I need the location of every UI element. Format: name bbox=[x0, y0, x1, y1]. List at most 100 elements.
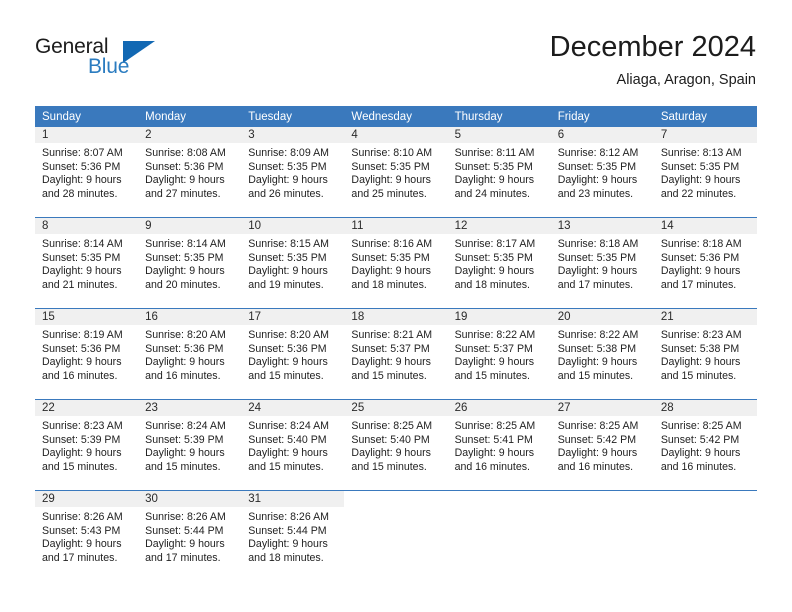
calendar-day-cell[interactable]: 15 Sunrise: 8:19 AM Sunset: 5:36 PM Dayl… bbox=[35, 308, 139, 400]
sunset-text: Sunset: 5:36 PM bbox=[42, 160, 121, 173]
day-number: 1 bbox=[35, 127, 139, 143]
calendar-day-cell-empty bbox=[344, 490, 448, 581]
calendar-day-cell[interactable]: 13 Sunrise: 8:18 AM Sunset: 5:35 PM Dayl… bbox=[550, 217, 654, 309]
calendar-day-cell[interactable]: 8 Sunrise: 8:14 AM Sunset: 5:35 PM Dayli… bbox=[35, 217, 139, 309]
calendar-day-cell[interactable]: 11 Sunrise: 8:16 AM Sunset: 5:35 PM Dayl… bbox=[344, 217, 448, 309]
calendar-day-cell[interactable]: 29 Sunrise: 8:26 AM Sunset: 5:43 PM Dayl… bbox=[35, 490, 139, 581]
sunset-text: Sunset: 5:36 PM bbox=[42, 342, 121, 355]
sunset-text: Sunset: 5:40 PM bbox=[351, 433, 430, 446]
calendar-day-cell[interactable]: 23 Sunrise: 8:24 AM Sunset: 5:39 PM Dayl… bbox=[138, 399, 242, 491]
sunset-text: Sunset: 5:36 PM bbox=[660, 251, 740, 264]
title-block: December 2024 Aliaga, Aragon, Spain bbox=[550, 30, 756, 90]
day-number: 31 bbox=[241, 491, 345, 507]
day-number: 28 bbox=[653, 400, 757, 416]
calendar-day-cell[interactable]: 19 Sunrise: 8:22 AM Sunset: 5:37 PM Dayl… bbox=[447, 308, 551, 400]
daylight-text-line1: Daylight: 9 hours bbox=[660, 447, 741, 460]
calendar-day-cell[interactable]: 6 Sunrise: 8:12 AM Sunset: 5:35 PM Dayli… bbox=[550, 127, 654, 218]
calendar-day-cell[interactable]: 2 Sunrise: 8:08 AM Sunset: 5:36 PM Dayli… bbox=[138, 127, 242, 218]
brand-logo[interactable]: General Blue bbox=[35, 36, 155, 86]
sunrise-text: Sunrise: 8:21 AM bbox=[351, 329, 433, 341]
sunrise-text: Sunrise: 8:26 AM bbox=[145, 511, 226, 523]
day-details: Sunrise: 8:26 AM Sunset: 5:44 PM Dayligh… bbox=[138, 507, 241, 565]
calendar-day-cell[interactable]: 22 Sunrise: 8:23 AM Sunset: 5:39 PM Dayl… bbox=[35, 399, 139, 491]
sunset-text: Sunset: 5:35 PM bbox=[351, 251, 430, 264]
calendar-day-cell[interactable]: 20 Sunrise: 8:22 AM Sunset: 5:38 PM Dayl… bbox=[550, 308, 654, 400]
calendar-day-cell[interactable]: 30 Sunrise: 8:26 AM Sunset: 5:44 PM Dayl… bbox=[138, 490, 242, 581]
calendar-day-cell[interactable]: 31 Sunrise: 8:26 AM Sunset: 5:44 PM Dayl… bbox=[241, 490, 345, 581]
sunset-text: Sunset: 5:37 PM bbox=[351, 342, 430, 355]
daylight-text-line2: and 28 minutes. bbox=[42, 187, 118, 200]
calendar-day-cell[interactable]: 5 Sunrise: 8:11 AM Sunset: 5:35 PM Dayli… bbox=[447, 127, 551, 218]
day-details: Sunrise: 8:12 AM Sunset: 5:35 PM Dayligh… bbox=[551, 143, 654, 201]
calendar-day-cell[interactable]: 16 Sunrise: 8:20 AM Sunset: 5:36 PM Dayl… bbox=[138, 308, 242, 400]
sunset-text: Sunset: 5:39 PM bbox=[145, 433, 224, 446]
weekday-header-friday: Friday bbox=[550, 106, 654, 127]
daylight-text-line1: Daylight: 9 hours bbox=[145, 447, 225, 460]
calendar-day-cell[interactable]: 21 Sunrise: 8:23 AM Sunset: 5:38 PM Dayl… bbox=[653, 308, 757, 400]
sunrise-text: Sunrise: 8:14 AM bbox=[145, 238, 226, 250]
calendar-day-cell[interactable]: 28 Sunrise: 8:25 AM Sunset: 5:42 PM Dayl… bbox=[653, 399, 757, 491]
calendar-day-cell[interactable]: 10 Sunrise: 8:15 AM Sunset: 5:35 PM Dayl… bbox=[241, 217, 345, 309]
calendar-day-cell[interactable]: 26 Sunrise: 8:25 AM Sunset: 5:41 PM Dayl… bbox=[447, 399, 551, 491]
calendar-day-cell[interactable]: 14 Sunrise: 8:18 AM Sunset: 5:36 PM Dayl… bbox=[653, 217, 757, 309]
calendar-day-cell[interactable]: 25 Sunrise: 8:25 AM Sunset: 5:40 PM Dayl… bbox=[344, 399, 448, 491]
daylight-text-line1: Daylight: 9 hours bbox=[454, 265, 535, 278]
day-number: 6 bbox=[550, 127, 654, 143]
daylight-text-line2: and 25 minutes. bbox=[351, 187, 427, 200]
calendar-week-row: 22 Sunrise: 8:23 AM Sunset: 5:39 PM Dayl… bbox=[35, 399, 757, 491]
calendar-week-row: 29 Sunrise: 8:26 AM Sunset: 5:43 PM Dayl… bbox=[35, 490, 757, 581]
day-details: Sunrise: 8:09 AM Sunset: 5:35 PM Dayligh… bbox=[241, 143, 344, 201]
weekday-header-saturday: Saturday bbox=[653, 106, 757, 127]
day-number: 19 bbox=[447, 309, 551, 325]
day-details: Sunrise: 8:26 AM Sunset: 5:43 PM Dayligh… bbox=[35, 507, 138, 565]
sunrise-text: Sunrise: 8:20 AM bbox=[248, 329, 329, 341]
page-title: December 2024 bbox=[549, 31, 756, 63]
sunrise-text: Sunrise: 8:25 AM bbox=[660, 420, 742, 432]
day-details: Sunrise: 8:19 AM Sunset: 5:36 PM Dayligh… bbox=[35, 325, 138, 383]
weekday-header-thursday: Thursday bbox=[447, 106, 551, 127]
sunrise-text: Sunrise: 8:26 AM bbox=[42, 511, 123, 523]
calendar-day-cell[interactable]: 1 Sunrise: 8:07 AM Sunset: 5:36 PM Dayli… bbox=[35, 127, 139, 218]
daylight-text-line1: Daylight: 9 hours bbox=[557, 447, 638, 460]
sunrise-text: Sunrise: 8:23 AM bbox=[660, 329, 742, 341]
daylight-text-line1: Daylight: 9 hours bbox=[454, 356, 535, 369]
sunset-text: Sunset: 5:35 PM bbox=[42, 251, 121, 264]
day-details: Sunrise: 8:14 AM Sunset: 5:35 PM Dayligh… bbox=[35, 234, 138, 292]
calendar-day-cell-empty bbox=[653, 490, 757, 581]
daylight-text-line1: Daylight: 9 hours bbox=[557, 265, 638, 278]
calendar-day-cell[interactable]: 9 Sunrise: 8:14 AM Sunset: 5:35 PM Dayli… bbox=[138, 217, 242, 309]
calendar-day-cell[interactable]: 27 Sunrise: 8:25 AM Sunset: 5:42 PM Dayl… bbox=[550, 399, 654, 491]
sunrise-text: Sunrise: 8:19 AM bbox=[42, 329, 123, 341]
calendar-week-row: 8 Sunrise: 8:14 AM Sunset: 5:35 PM Dayli… bbox=[35, 217, 757, 309]
sunrise-text: Sunrise: 8:17 AM bbox=[454, 238, 536, 250]
calendar-day-cell[interactable]: 24 Sunrise: 8:24 AM Sunset: 5:40 PM Dayl… bbox=[241, 399, 345, 491]
sunset-text: Sunset: 5:43 PM bbox=[42, 524, 121, 537]
sunrise-text: Sunrise: 8:12 AM bbox=[557, 147, 639, 159]
day-details: Sunrise: 8:17 AM Sunset: 5:35 PM Dayligh… bbox=[448, 234, 551, 292]
sunrise-text: Sunrise: 8:24 AM bbox=[248, 420, 329, 432]
calendar-day-cell-empty bbox=[447, 490, 551, 581]
day-details: Sunrise: 8:25 AM Sunset: 5:41 PM Dayligh… bbox=[448, 416, 551, 474]
day-details: Sunrise: 8:18 AM Sunset: 5:35 PM Dayligh… bbox=[551, 234, 654, 292]
calendar-day-cell[interactable]: 12 Sunrise: 8:17 AM Sunset: 5:35 PM Dayl… bbox=[447, 217, 551, 309]
day-number: 8 bbox=[35, 218, 139, 234]
daylight-text-line2: and 15 minutes. bbox=[42, 460, 118, 473]
calendar-day-cell[interactable]: 3 Sunrise: 8:09 AM Sunset: 5:35 PM Dayli… bbox=[241, 127, 345, 218]
calendar-day-cell[interactable]: 4 Sunrise: 8:10 AM Sunset: 5:35 PM Dayli… bbox=[344, 127, 448, 218]
calendar-day-cell[interactable]: 7 Sunrise: 8:13 AM Sunset: 5:35 PM Dayli… bbox=[653, 127, 757, 218]
day-number: 25 bbox=[344, 400, 448, 416]
calendar-day-cell[interactable]: 17 Sunrise: 8:20 AM Sunset: 5:36 PM Dayl… bbox=[241, 308, 345, 400]
sunset-text: Sunset: 5:38 PM bbox=[660, 342, 740, 355]
day-number bbox=[344, 491, 447, 507]
daylight-text-line2: and 17 minutes. bbox=[42, 551, 118, 564]
day-number bbox=[654, 491, 757, 507]
sunset-text: Sunset: 5:35 PM bbox=[557, 251, 637, 264]
day-details: Sunrise: 8:25 AM Sunset: 5:42 PM Dayligh… bbox=[654, 416, 757, 474]
calendar-day-cell[interactable]: 18 Sunrise: 8:21 AM Sunset: 5:37 PM Dayl… bbox=[344, 308, 448, 400]
daylight-text-line2: and 15 minutes. bbox=[145, 460, 221, 473]
day-number: 13 bbox=[550, 218, 654, 234]
sunrise-text: Sunrise: 8:13 AM bbox=[660, 147, 742, 159]
day-number: 27 bbox=[550, 400, 654, 416]
sunset-text: Sunset: 5:35 PM bbox=[248, 251, 327, 264]
calendar-day-cell-empty bbox=[550, 490, 654, 581]
